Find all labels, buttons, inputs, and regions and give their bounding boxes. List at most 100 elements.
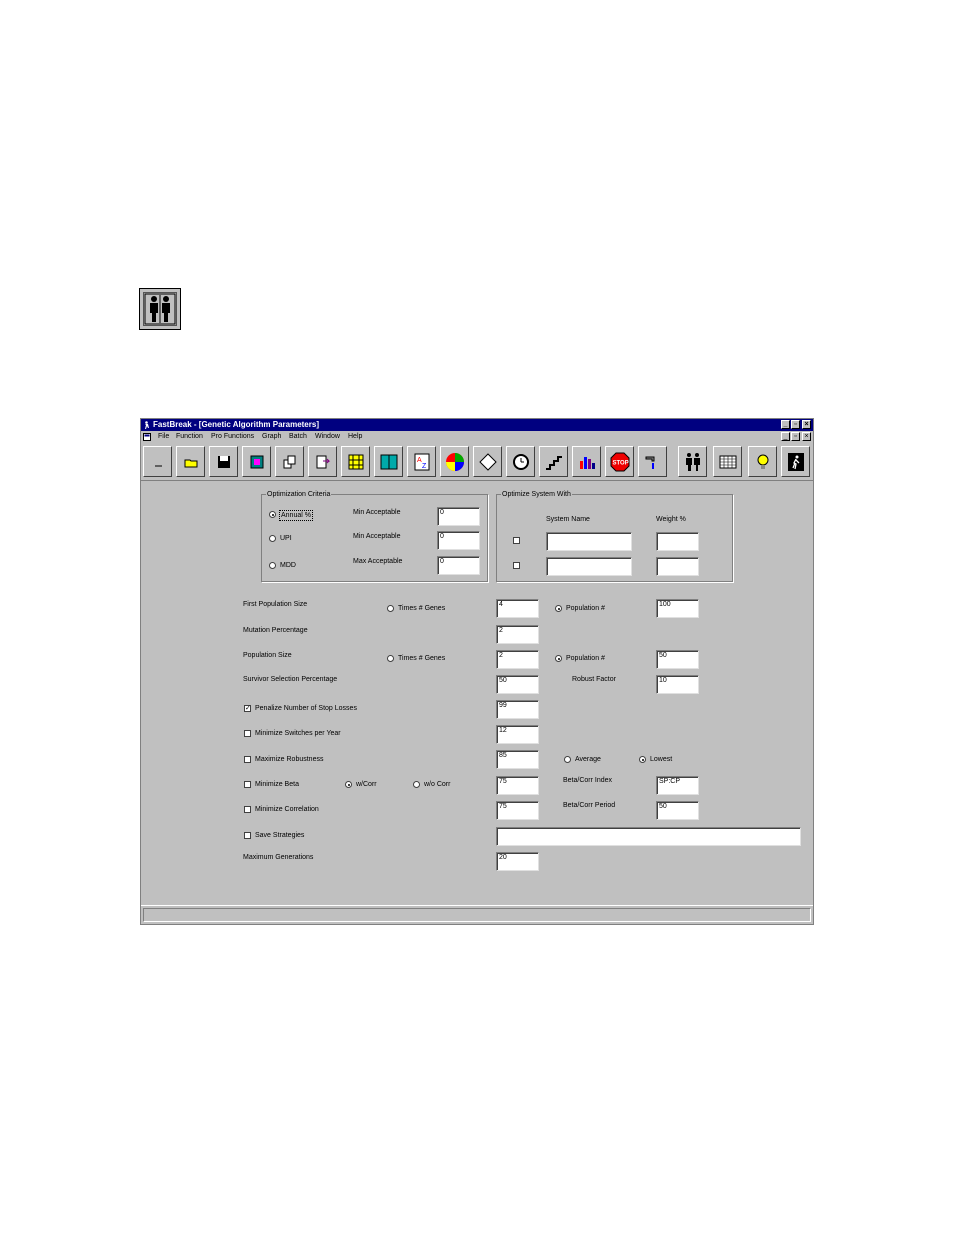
population-radio[interactable] (555, 655, 562, 662)
menu-batch[interactable]: Batch (289, 431, 307, 443)
annual-radio[interactable] (269, 511, 276, 518)
system-1-checkbox[interactable] (513, 537, 520, 544)
grid-button[interactable] (713, 446, 742, 477)
maximize-robustness-label: Maximize Robustness (255, 756, 324, 763)
system-1-name-input[interactable] (546, 532, 632, 551)
mdd-label: MDD (280, 562, 296, 569)
upi-min-input[interactable]: 0 (437, 531, 480, 550)
menu-graph[interactable]: Graph (262, 431, 281, 443)
exit-icon (788, 453, 804, 471)
menu-help[interactable]: Help (348, 431, 362, 443)
close-button[interactable]: × (802, 420, 811, 429)
chart-steps-icon (546, 456, 562, 470)
population-size-input[interactable]: 2 (496, 650, 539, 669)
system-2-checkbox[interactable] (513, 562, 520, 569)
copy-icon (283, 455, 296, 469)
bar-chart-button[interactable] (572, 446, 601, 477)
chart-steps-button[interactable] (539, 446, 568, 477)
weight-header: Weight % (656, 516, 686, 523)
beta-corr-index-input[interactable]: SP:CP (656, 776, 699, 795)
save-button[interactable] (209, 446, 238, 477)
child-close-button[interactable]: × (802, 432, 811, 441)
save-strategies-checkbox[interactable] (244, 832, 251, 839)
people-icon-large (139, 288, 181, 330)
book-icon (380, 454, 398, 470)
penalize-stop-losses-label: Penalize Number of Stop Losses (255, 705, 357, 712)
penalize-stop-losses-checkbox[interactable]: ✓ (244, 705, 251, 712)
menu-pro-functions[interactable]: Pro Functions (211, 431, 254, 443)
mdd-max-input[interactable]: 0 (437, 556, 480, 575)
minimize-correlation-checkbox[interactable] (244, 806, 251, 813)
first-times-genes-radio[interactable] (387, 605, 394, 612)
child-restore-button[interactable]: ▫ (791, 432, 800, 441)
maximize-robustness-input[interactable]: 85 (496, 750, 539, 769)
first-population-radio[interactable] (555, 605, 562, 612)
menu-bar: File Function Pro Functions Graph Batch … (141, 431, 813, 443)
sort-az-button[interactable]: AZ (407, 446, 436, 477)
system-2-name-input[interactable] (546, 557, 632, 576)
menu-file[interactable]: File (158, 431, 169, 443)
people-button[interactable] (678, 446, 707, 477)
copy-button[interactable] (275, 446, 304, 477)
new-button[interactable] (143, 446, 172, 477)
lowest-radio[interactable] (639, 756, 646, 763)
status-panel (143, 908, 811, 922)
color-wheel-button[interactable] (440, 446, 469, 477)
color-wheel-icon (446, 453, 464, 471)
new-icon (155, 465, 162, 467)
penalize-stop-losses-input[interactable]: 99 (496, 700, 539, 719)
beta-corr-period-input[interactable]: 50 (656, 801, 699, 820)
mdd-max-label: Max Acceptable (353, 558, 403, 565)
w-corr-radio[interactable] (345, 781, 352, 788)
mdd-radio[interactable] (269, 562, 276, 569)
genes-button[interactable] (341, 446, 370, 477)
people-icon (144, 293, 176, 325)
restore-button[interactable]: ▫ (791, 420, 800, 429)
population-input[interactable]: 50 (656, 650, 699, 669)
book-button[interactable] (374, 446, 403, 477)
survivor-selection-input[interactable]: 50 (496, 675, 539, 694)
wo-corr-radio[interactable] (413, 781, 420, 788)
exit-button[interactable] (781, 446, 810, 477)
toolbar: AZ STOP (141, 443, 813, 481)
maximum-generations-input[interactable]: 20 (496, 852, 539, 871)
water-tap-button[interactable] (638, 446, 667, 477)
open-button[interactable] (176, 446, 205, 477)
first-times-genes-label: Times # Genes (398, 605, 446, 612)
watch-button[interactable] (506, 446, 535, 477)
times-genes-radio[interactable] (387, 655, 394, 662)
minimize-beta-label: Minimize Beta (255, 781, 299, 788)
document-icon[interactable] (143, 433, 151, 441)
minimize-correlation-input[interactable]: 75 (496, 801, 539, 820)
menu-window[interactable]: Window (315, 431, 340, 443)
average-radio[interactable] (564, 756, 571, 763)
system-2-weight-input[interactable] (656, 557, 699, 576)
minimize-beta-input[interactable]: 75 (496, 776, 539, 795)
sort-az-icon: AZ (414, 453, 430, 471)
child-minimize-button[interactable]: _ (781, 432, 790, 441)
minimize-beta-checkbox[interactable] (244, 781, 251, 788)
first-population-input[interactable]: 100 (656, 599, 699, 618)
menu-function[interactable]: Function (176, 431, 203, 443)
stop-button[interactable]: STOP (605, 446, 634, 477)
minimize-button[interactable]: _ (781, 420, 790, 429)
maximize-robustness-checkbox[interactable] (244, 756, 251, 763)
print-button[interactable] (242, 446, 271, 477)
save-strategies-input[interactable] (496, 827, 801, 846)
minimize-switches-input[interactable]: 12 (496, 725, 539, 744)
first-population-size-input[interactable]: 4 (496, 599, 539, 618)
population-label: Population # (566, 655, 605, 662)
bulb-button[interactable] (748, 446, 777, 477)
diamond-button[interactable] (473, 446, 502, 477)
maximum-generations-label: Maximum Generations (243, 854, 314, 861)
annual-min-input[interactable]: 0 (437, 507, 480, 526)
upi-radio[interactable] (269, 535, 276, 542)
export-button[interactable] (308, 446, 337, 477)
title-bar: FastBreak - [Genetic Algorithm Parameter… (141, 419, 813, 431)
save-icon (218, 456, 230, 468)
minimize-switches-checkbox[interactable] (244, 730, 251, 737)
system-1-weight-input[interactable] (656, 532, 699, 551)
mutation-percentage-input[interactable]: 2 (496, 625, 539, 644)
robust-factor-input[interactable]: 10 (656, 675, 699, 694)
survivor-selection-label: Survivor Selection Percentage (243, 676, 338, 683)
